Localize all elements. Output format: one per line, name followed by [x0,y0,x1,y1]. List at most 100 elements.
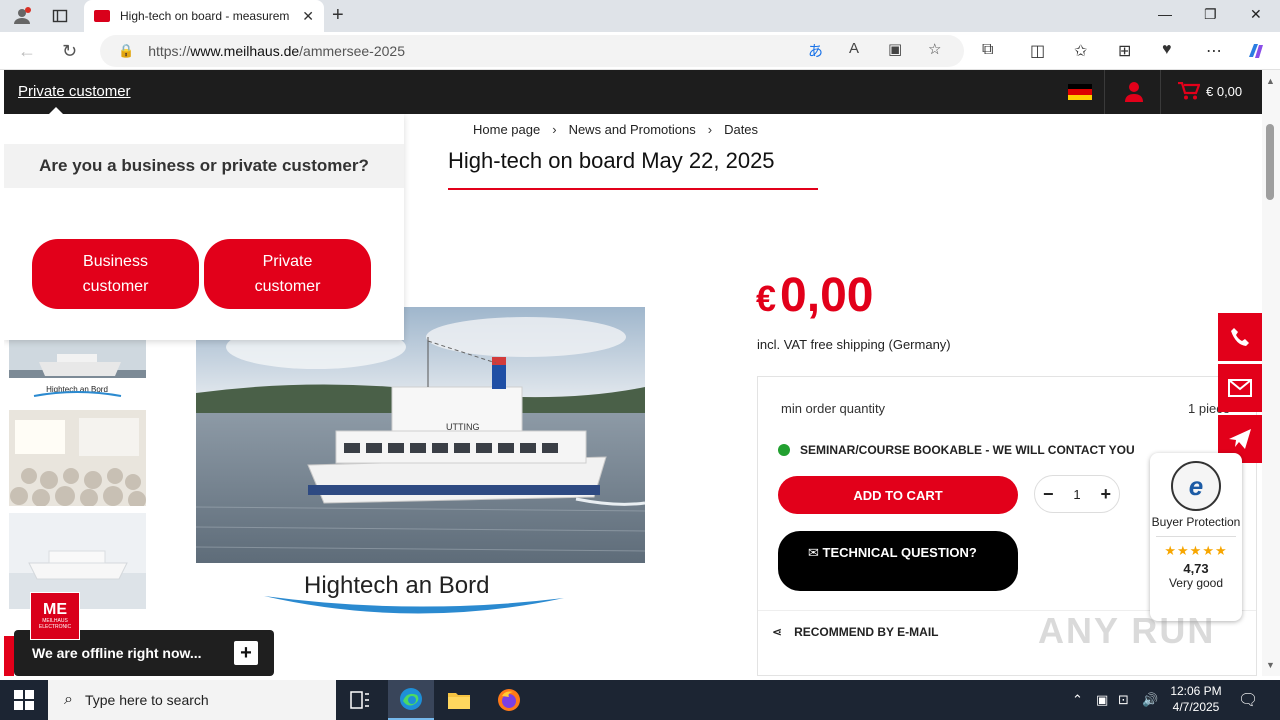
tray-chevron-icon[interactable]: ⌃ [1072,692,1083,708]
header-divider [1160,70,1161,114]
chat-logo-text: MEILHAUS ELECTRONIC [38,618,72,630]
browser-tab-bar: High-tech on board - measurem ✕ + — ❐ ✕ [0,0,1280,32]
translate-icon[interactable]: あ [808,40,823,61]
recommend-label: RECOMMEND BY E-MAIL [794,625,939,639]
chat-expand-icon[interactable]: + [234,641,258,665]
browser-tab-active[interactable]: High-tech on board - measurem ✕ [84,0,324,32]
window-close-icon[interactable]: ✕ [1250,6,1262,23]
notifications-icon[interactable]: 🗨 [1238,690,1258,710]
url-host: www.meilhaus.de [190,43,300,59]
status-dot-icon [778,444,790,456]
lock-icon[interactable]: 🔒 [118,43,134,59]
page-scrollbar[interactable]: ▲ ▼ [1262,70,1280,676]
vat-note: incl. VAT free shipping (Germany) [757,337,951,352]
user-account-icon[interactable] [1124,81,1144,103]
meet-now-icon[interactable]: ▣ [1096,692,1108,708]
breadcrumb-separator-icon: › [707,122,713,137]
german-flag-icon[interactable] [1068,84,1092,100]
header-divider [1104,70,1105,114]
new-tab-icon[interactable]: + [332,4,344,27]
favorites-icon[interactable]: ✩ [1074,41,1087,61]
taskbar-clock[interactable]: 12:06 PM 4/7/2025 [1168,683,1224,715]
extensions-icon[interactable]: ⧉ [982,41,993,59]
trusted-shops-seal-icon: e [1171,461,1221,511]
breadcrumb-home[interactable]: Home page [473,122,540,137]
scroll-down-icon[interactable]: ▼ [1266,660,1275,670]
immersive-reader-icon[interactable]: ▣ [888,40,902,58]
phone-contact-button[interactable] [1218,313,1262,361]
ship-name: UTTING [446,422,480,432]
product-main-image[interactable]: UTTING [196,307,645,563]
plus-icon[interactable]: + [1100,484,1111,505]
firefox-icon[interactable] [486,680,532,720]
min-order-label: min order quantity [781,401,886,416]
rating-text: Very good [1168,576,1224,590]
page-title: High-tech on board May 22, 2025 [448,148,775,173]
breadcrumb: Home page › News and Promotions › Dates [473,122,758,137]
profile-icon[interactable] [12,6,32,26]
thumbnail-seminar[interactable] [9,410,146,506]
back-icon[interactable]: ← [18,41,36,62]
tab-title: High-tech on board - measurem [120,9,290,23]
taskbar-search-box[interactable]: ⌕ Type here to search [48,680,336,720]
private-customer-button[interactable]: Private customer [204,239,371,309]
cart-button[interactable]: € 0,00 [1178,82,1242,100]
price-value: 0,00 [780,269,874,322]
favorite-star-icon[interactable]: ☆ [928,40,941,58]
address-bar[interactable]: 🔒 https://www.meilhaus.de/ammersee-2025 [100,35,964,67]
refresh-icon[interactable]: ↻ [62,41,77,62]
product-price: €0,00 [756,268,873,323]
breadcrumb-dates[interactable]: Dates [724,122,758,137]
tab-actions-icon[interactable] [50,6,70,26]
windows-start-icon[interactable] [14,690,34,710]
share-icon: ⋖ [772,625,783,639]
breadcrumb-separator-icon: › [552,122,557,137]
scroll-up-icon[interactable]: ▲ [1266,76,1275,86]
cart-icon [1178,82,1200,100]
minimize-icon[interactable]: — [1158,6,1172,22]
meilhaus-logo-icon: ME [43,601,67,618]
read-aloud-icon[interactable]: A [849,40,859,57]
task-view-icon[interactable] [337,680,383,720]
phone-icon [1231,328,1249,346]
url-path: /ammersee-2025 [299,43,405,59]
customer-type-link[interactable]: Private customer [18,83,131,100]
add-to-cart-button[interactable]: ADD TO CART [778,476,1018,514]
volume-icon[interactable]: 🔊 [1142,692,1158,708]
browser-toolbar: ← ↻ 🔒 https://www.meilhaus.de/ammersee-2… [0,32,1280,70]
tab-close-icon[interactable]: ✕ [302,8,314,25]
minus-icon[interactable]: − [1043,484,1054,505]
collections-icon[interactable]: ⊞ [1118,41,1131,61]
search-icon: ⌕ [64,691,73,708]
taskbar-search-placeholder: Type here to search [84,692,209,708]
copilot-icon[interactable] [1246,41,1266,66]
breadcrumb-news[interactable]: News and Promotions [569,122,696,137]
customer-question: Are you a business or private customer? [4,144,404,188]
business-customer-button[interactable]: Business customer [32,239,199,309]
meilhaus-chat-logo[interactable]: ME MEILHAUS ELECTRONIC [30,592,80,640]
badge-divider [1156,536,1236,537]
more-menu-icon[interactable]: ⋯ [1206,41,1222,61]
customer-type-popup: Are you a business or private customer? … [4,107,404,340]
rating-score: 4,73 [1183,561,1209,576]
browser-essentials-icon[interactable]: ♥ [1162,41,1172,59]
scrollbar-thumb[interactable] [1266,124,1274,200]
restore-icon[interactable]: ❐ [1204,6,1217,23]
file-explorer-icon[interactable] [436,680,482,720]
edge-taskbar-icon[interactable] [388,680,434,720]
technical-question-label: TECHNICAL QUESTION? [822,545,977,560]
site-header: Private customer € 0,00 [4,70,1262,114]
split-screen-icon[interactable]: ◫ [1030,41,1045,61]
quantity-value[interactable]: 1 [1073,487,1080,502]
network-icon[interactable]: ⊡ [1118,692,1129,708]
chat-offline-text: We are offline right now... [32,645,202,661]
image-caption: Hightech an Bord [304,572,490,599]
windows-taskbar: ⌕ Type here to search ⌃ ▣ ⊡ 🔊 12:06 PM 4… [0,680,1280,720]
thumbnail-boat[interactable]: Hightech an Bord [9,340,146,398]
technical-question-button[interactable]: ✉ TECHNICAL QUESTION? [778,531,1018,591]
trusted-shops-badge[interactable]: e Buyer Protection ★★★★★ 4,73 Very good [1150,453,1242,621]
email-contact-button[interactable] [1218,364,1262,412]
url-scheme: https:// [148,43,191,59]
cart-total: € 0,00 [1206,83,1243,99]
site-favicon-icon [94,10,110,22]
